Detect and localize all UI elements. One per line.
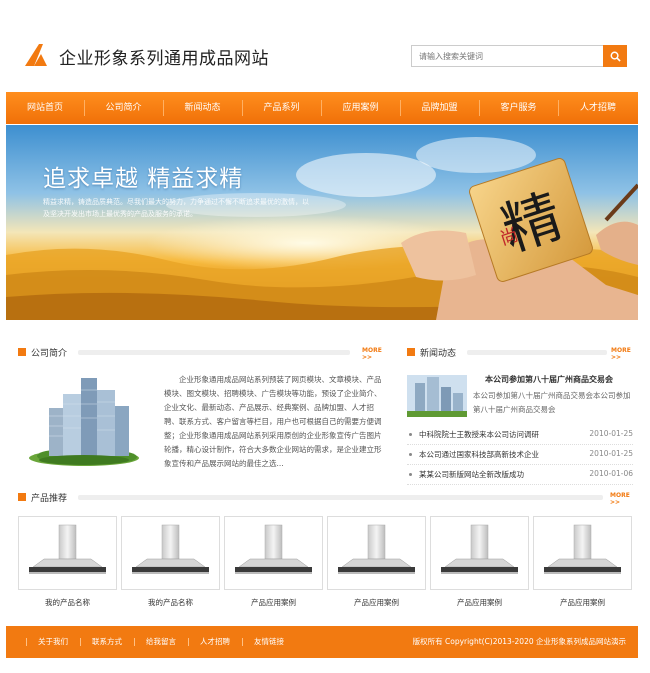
news-thumbnail[interactable] [407,375,467,417]
product-card[interactable]: 产品应用案例 [224,516,323,612]
news-title[interactable]: 新闻动态 [420,346,456,359]
footer-link-contact[interactable]: 联系方式 [80,636,134,647]
main-nav: 网站首页 公司简介 新闻动态 产品系列 应用案例 品牌加盟 客户服务 人才招聘 [6,92,638,124]
section-divider [467,350,607,355]
product-name[interactable]: 产品应用案例 [533,597,632,608]
nav-item-home[interactable]: 网站首页 [6,92,84,124]
footer-link-careers[interactable]: 人才招聘 [188,636,242,647]
list-item[interactable]: 中科院院士王教授来本公司访问调研 2010-01-25 [407,425,633,445]
products-more-link[interactable]: MORE >> [610,492,633,506]
news-item-date: 2010-01-25 [589,449,633,458]
section-bullet-icon [407,348,415,356]
banner-subtitle: 精益求精，铸造品质典范。尽我们最大的努力，力争通过不懈不断追求最优的激情，以及坚… [43,198,309,218]
list-item[interactable]: 某某公司新版网站全新改版成功 2010-01-06 [407,465,633,485]
about-section-header: 公司简介 MORE >> [18,346,393,361]
banner-image: 精 尚 [6,125,638,320]
list-item[interactable]: 本公司通过国家科技部高新技术企业 2010-01-25 [407,445,633,465]
product-grid: 我的产品名称 我的产品名称 产品应用案例 产品应用案例 产品应用案例 产品应用案… [18,516,634,612]
hero-banner[interactable]: 精 尚 追求卓越 精益求精 精益求精，铸造品质典范。尽我们最大的努力，力争通过不… [6,125,638,320]
product-image[interactable] [224,516,323,590]
bullet-icon [409,433,412,436]
product-name[interactable]: 我的产品名称 [121,597,220,608]
news-item-title[interactable]: 某某公司新版网站全新改版成功 [419,469,524,480]
product-image[interactable] [533,516,632,590]
footer-links: 关于我们 联系方式 给我留言 人才招聘 友情链接 [26,636,296,647]
featured-news-text: 本公司参加第八十届广州商品交易会本公司参加第八十届广州商品交易会 [473,391,631,414]
product-image[interactable] [430,516,529,590]
news-more-link[interactable]: MORE >> [611,347,633,361]
product-image[interactable] [18,516,117,590]
product-card[interactable]: 产品应用案例 [430,516,529,612]
footer-link-about[interactable]: 关于我们 [26,636,80,647]
product-image[interactable] [327,516,426,590]
product-card[interactable]: 产品应用案例 [533,516,632,612]
copyright-text: 版权所有 Copyright(C)2013-2020 企业形象系列成品网站演示 [412,637,626,646]
logo-icon[interactable] [25,44,47,66]
nav-item-franchise[interactable]: 品牌加盟 [400,92,479,124]
nav-item-careers[interactable]: 人才招聘 [558,92,638,124]
section-divider [78,350,350,355]
search-button[interactable] [603,45,627,67]
section-bullet-icon [18,493,26,501]
footer-link-message[interactable]: 给我留言 [134,636,188,647]
news-item-title[interactable]: 中科院院士王教授来本公司访问调研 [419,429,539,440]
nav-item-products[interactable]: 产品系列 [242,92,321,124]
news-item-title[interactable]: 本公司通过国家科技部高新技术企业 [419,449,539,460]
product-image[interactable] [121,516,220,590]
news-item-date: 2010-01-25 [589,429,633,438]
bullet-icon [409,453,412,456]
site-title[interactable]: 企业形象系列通用成品网站 [59,44,269,69]
search-box [411,45,627,67]
footer: 关于我们 联系方式 给我留言 人才招聘 友情链接 版权所有 Copyright(… [6,626,638,658]
section-bullet-icon [18,348,26,356]
header: 企业形象系列通用成品网站 [6,0,638,92]
news-item-date: 2010-01-06 [589,469,633,478]
search-icon [610,51,621,62]
nav-item-service[interactable]: 客户服务 [479,92,558,124]
bullet-icon [409,473,412,476]
products-section-header: 产品推荐 MORE >> [18,491,633,506]
product-card[interactable]: 产品应用案例 [327,516,426,612]
nav-item-news[interactable]: 新闻动态 [163,92,242,124]
section-divider [78,495,603,500]
nav-item-cases[interactable]: 应用案例 [321,92,400,124]
company-building-image [27,376,142,468]
news-list: 中科院院士王教授来本公司访问调研 2010-01-25 本公司通过国家科技部高新… [407,425,633,485]
product-name[interactable]: 产品应用案例 [224,597,323,608]
products-title[interactable]: 产品推荐 [31,491,67,504]
news-section-header: 新闻动态 MORE >> [407,346,633,361]
banner-title: 追求卓越 精益求精 [43,166,244,192]
nav-item-about[interactable]: 公司简介 [84,92,163,124]
about-more-link[interactable]: MORE >> [362,347,393,361]
product-name[interactable]: 我的产品名称 [18,597,117,608]
product-card[interactable]: 我的产品名称 [121,516,220,612]
product-name[interactable]: 产品应用案例 [327,597,426,608]
page: 企业形象系列通用成品网站 网站首页 公司简介 新闻动态 产品系列 应用案例 品牌… [6,0,638,673]
product-name[interactable]: 产品应用案例 [430,597,529,608]
about-title[interactable]: 公司简介 [31,346,67,359]
search-input[interactable] [411,45,603,67]
footer-link-friends[interactable]: 友情链接 [242,636,296,647]
about-text: 企业形象通用成品网站系列预装了网页模块、文章模块、产品模块、图文模块、招聘模块、… [164,375,382,468]
product-card[interactable]: 我的产品名称 [18,516,117,612]
featured-news-title[interactable]: 本公司参加第八十届广州商品交易会 [485,374,613,385]
